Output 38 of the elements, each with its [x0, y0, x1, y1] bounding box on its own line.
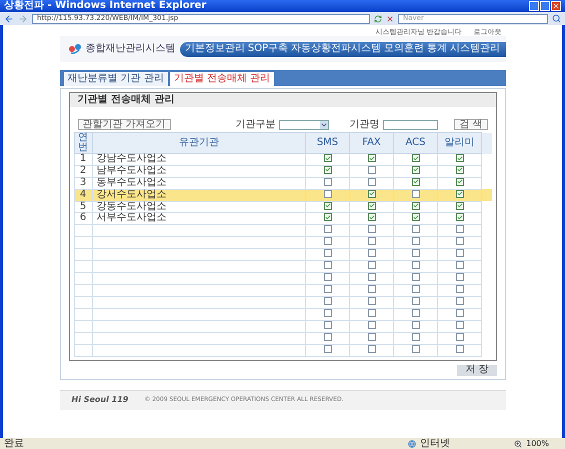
row-number: 2	[80, 165, 86, 176]
row-number: 1	[80, 153, 86, 164]
row-number: 3	[80, 177, 86, 188]
row-number: 4	[80, 189, 86, 200]
agency-name: 강남수도사업소	[96, 153, 166, 164]
nav-menu-item[interactable]: SOP구축	[248, 44, 288, 54]
filter-label: 기관구분	[235, 120, 276, 130]
window-title: 상황전파 - Windows Internet Explorer	[4, 1, 206, 11]
table-row[interactable]: 1 강남수도사업소	[74, 154, 492, 165]
search-button[interactable]: 검 색	[454, 119, 488, 130]
column-header: 유관기관	[92, 132, 306, 154]
zone-text: 인터넷	[420, 438, 450, 448]
zoom-level[interactable]: 100%	[526, 440, 549, 448]
tab[interactable]: 기관별 전송매체 관리	[170, 72, 274, 86]
agency-name: 남부수도사업소	[96, 165, 166, 176]
name-label: 기관명	[349, 120, 380, 130]
footer-logo: Hi Seoul 119	[72, 396, 128, 404]
nav-menu-item[interactable]: 기본정보관리	[184, 44, 245, 54]
logo-text: 종합재난관리시스템	[86, 44, 176, 54]
import-button[interactable]: 관할기관 가져오기	[78, 119, 171, 130]
nav-menu-item[interactable]: 시스템관리	[450, 44, 500, 54]
nav-menu-item[interactable]: 통계	[427, 44, 448, 54]
agency-name: 강동수도사업소	[96, 200, 166, 212]
column-header: 연번	[74, 132, 92, 154]
tab[interactable]: 재난분류별 기관 관리	[64, 72, 168, 86]
table-row[interactable]: 3 동부수도사업소	[74, 177, 492, 189]
agency-name: 서부수도사업소	[96, 212, 166, 224]
table-row[interactable]: 5 강동수도사업소	[74, 201, 492, 212]
table-row[interactable]: 4 강서수도사업소	[74, 189, 492, 201]
save-button[interactable]: 저 장	[457, 364, 496, 376]
agency-name: 동부수도사업소	[96, 177, 166, 188]
nav-menu-item[interactable]: 모의훈련	[384, 44, 424, 54]
status-text: 완료	[4, 438, 24, 448]
nav-menu-item[interactable]: 자동상황전파시스템	[291, 44, 382, 54]
row-number: 6	[80, 212, 86, 224]
panel-title: 기관별 전송매체 관리	[78, 95, 174, 105]
row-number: 5	[80, 200, 86, 212]
agency-name: 강서수도사업소	[96, 189, 166, 200]
